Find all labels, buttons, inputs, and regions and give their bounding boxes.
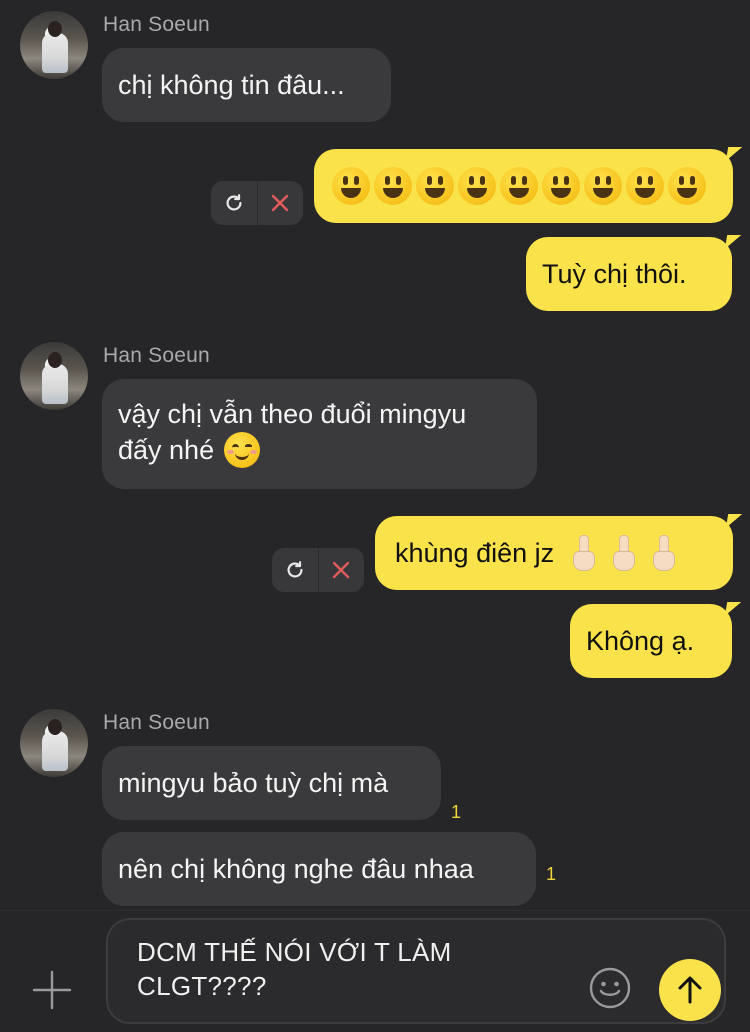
plus-icon: [32, 970, 72, 1010]
blush-smile-emoji-icon: [224, 432, 261, 468]
message-text: Tuỳ chị thôi.: [542, 258, 687, 289]
grinning-face-emoji-icon: [542, 167, 580, 205]
emoji-button[interactable]: [588, 966, 632, 1010]
sender-name: Han Soeun: [103, 13, 210, 36]
message-text: nên chị không nghe đâu nhaa: [118, 853, 474, 884]
grinning-face-emoji-icon: [332, 167, 370, 205]
avatar[interactable]: [20, 11, 88, 79]
outgoing-message[interactable]: [314, 149, 733, 223]
message-text: Không ạ.: [586, 625, 695, 656]
middle-finger-emoji-icon: [612, 535, 636, 571]
smiley-emoji-row: [332, 167, 706, 205]
send-button[interactable]: [659, 959, 721, 1021]
sender-name: Han Soeun: [103, 711, 210, 734]
grinning-face-emoji-icon: [584, 167, 622, 205]
incoming-message[interactable]: chị không tin đâu...: [102, 48, 391, 122]
avatar[interactable]: [20, 709, 88, 777]
message-text: chị không tin đâu...: [118, 69, 345, 100]
middle-finger-emoji-icon: [652, 535, 676, 571]
emoji-icon: [589, 967, 631, 1009]
close-icon: [333, 561, 350, 579]
close-icon: [272, 194, 289, 212]
retry-icon: [287, 561, 303, 578]
message-text: mingyu bảo tuỳ chị mà: [118, 767, 389, 798]
message-text: vậy chị vẫn theo đuổi mingyu: [118, 399, 467, 429]
grinning-face-emoji-icon: [374, 167, 412, 205]
chat-screen: Han Soeun chị không tin đâu... Tuỳ chị t…: [0, 0, 750, 1032]
retry-icon: [226, 194, 242, 211]
grinning-face-emoji-icon: [626, 167, 664, 205]
outgoing-message[interactable]: Tuỳ chị thôi.: [526, 237, 732, 311]
failed-message-actions: [211, 181, 303, 225]
unread-count: 1: [546, 864, 557, 884]
grinning-face-emoji-icon: [416, 167, 454, 205]
retry-button[interactable]: [211, 181, 257, 225]
add-attachment-button[interactable]: [30, 968, 74, 1012]
incoming-message[interactable]: vậy chị vẫn theo đuổi mingyu đấy nhé: [102, 379, 537, 489]
message-input-text[interactable]: DCM THẾ NÓI VỚI T LÀM CLGT????: [137, 935, 557, 1003]
avatar[interactable]: [20, 342, 88, 410]
grinning-face-emoji-icon: [668, 167, 706, 205]
incoming-message[interactable]: mingyu bảo tuỳ chị mà: [102, 746, 441, 820]
retry-button[interactable]: [272, 548, 318, 592]
arrow-up-icon: [678, 976, 702, 1004]
unread-count: 1: [451, 802, 462, 822]
cancel-button[interactable]: [256, 181, 304, 225]
middle-finger-emoji-icon: [572, 535, 596, 571]
outgoing-message[interactable]: Không ạ.: [570, 604, 732, 678]
grinning-face-emoji-icon: [500, 167, 538, 205]
message-text: đấy nhé: [118, 434, 215, 465]
outgoing-message[interactable]: khùng điên jz: [375, 516, 733, 590]
grinning-face-emoji-icon: [458, 167, 496, 205]
incoming-message[interactable]: nên chị không nghe đâu nhaa: [102, 832, 536, 906]
cancel-button[interactable]: [317, 548, 365, 592]
message-text: khùng điên jz: [395, 537, 555, 568]
sender-name: Han Soeun: [103, 344, 210, 367]
failed-message-actions: [272, 548, 364, 592]
